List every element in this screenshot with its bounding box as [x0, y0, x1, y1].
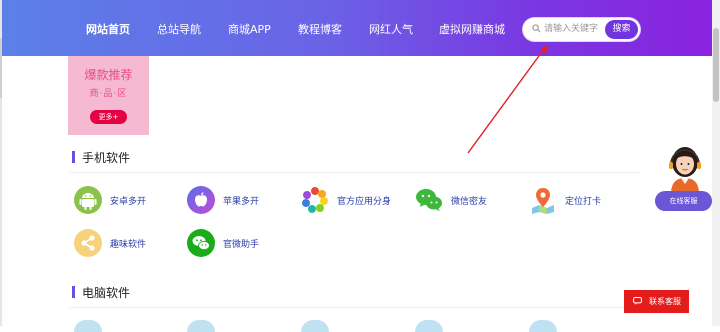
annotation-arrow — [467, 44, 548, 154]
chat-icon — [633, 297, 642, 305]
customer-service-avatar-icon[interactable] — [665, 140, 705, 194]
contact-service-button[interactable]: 联系客服 — [624, 290, 689, 313]
contact-label: 联系客服 — [649, 297, 681, 306]
scrollbar-thumb[interactable] — [713, 28, 719, 102]
online-service-button[interactable]: 在线客服 — [655, 191, 712, 211]
page-scrollbar[interactable] — [712, 0, 720, 326]
